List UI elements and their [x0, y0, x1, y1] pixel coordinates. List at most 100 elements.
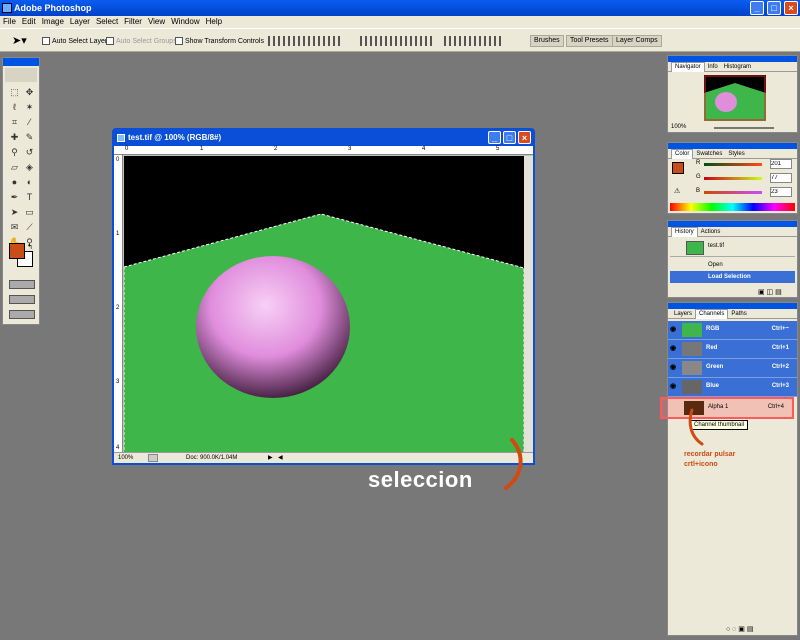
blue-slider[interactable] — [704, 191, 762, 194]
screen-mode-icons[interactable] — [9, 295, 35, 304]
channels-footer-icons[interactable]: ○ ◌ ▣ ▤ — [726, 625, 753, 633]
red-slider[interactable] — [704, 163, 762, 166]
crop-tool-icon[interactable]: ⌗ — [8, 116, 21, 129]
foreground-color-swatch-top[interactable] — [9, 243, 25, 259]
tab-paths[interactable]: Paths — [728, 310, 749, 319]
history-item-open[interactable]: Open — [670, 259, 795, 271]
channel-thumbnail[interactable] — [682, 361, 702, 375]
document-titlebar[interactable]: test.tif @ 100% (RGB/8#) _ □ × — [114, 130, 533, 146]
vertical-ruler[interactable]: 0 1 2 3 4 — [114, 155, 123, 452]
color-fg-swatch[interactable] — [672, 162, 684, 174]
menu-view[interactable]: View — [145, 16, 168, 28]
show-transform-checkbox[interactable] — [175, 37, 183, 45]
move-tool-preset-icon[interactable]: ➤▾ — [12, 34, 27, 47]
menu-image[interactable]: Image — [39, 16, 67, 28]
auto-select-layer-checkbox[interactable] — [42, 37, 50, 45]
dodge-tool-icon[interactable]: ◐ — [23, 176, 36, 189]
menu-help[interactable]: Help — [203, 16, 225, 28]
menu-select[interactable]: Select — [93, 16, 121, 28]
color-spectrum-bar[interactable] — [670, 203, 795, 211]
distribute-h-icons[interactable] — [444, 36, 504, 46]
dock-tab-brushes[interactable]: Brushes — [530, 35, 564, 47]
swap-colors-icon[interactable]: ↰ — [27, 243, 33, 251]
history-footer-icons[interactable]: ▣ ◫ ▤ — [758, 288, 782, 296]
navigator-zoom-slider[interactable] — [714, 127, 774, 129]
dock-tab-layer-comps[interactable]: Layer Comps — [612, 35, 662, 47]
menu-layer[interactable]: Layer — [67, 16, 93, 28]
tab-actions[interactable]: Actions — [698, 228, 724, 237]
doc-minimize-button[interactable]: _ — [488, 131, 501, 144]
channel-thumbnail[interactable] — [682, 342, 702, 356]
quick-mask-icons[interactable] — [9, 280, 35, 289]
vertical-scrollbar[interactable] — [524, 156, 533, 452]
slice-tool-icon[interactable]: ⁄ — [23, 116, 36, 129]
magic-wand-icon[interactable]: ✶ — [23, 101, 36, 114]
menu-filter[interactable]: Filter — [121, 16, 145, 28]
channel-row-red[interactable]: ◉ Red Ctrl+1 — [668, 340, 797, 359]
eye-icon[interactable]: ◉ — [670, 326, 679, 333]
tab-channels[interactable]: Channels — [695, 309, 729, 319]
tab-swatches[interactable]: Swatches — [693, 150, 725, 159]
status-menu-arrow-icon[interactable]: ▶ — [268, 453, 273, 463]
brush-tool-icon[interactable]: ✎ — [23, 131, 36, 144]
pen-tool-icon[interactable]: ✒ — [8, 191, 21, 204]
eraser-tool-icon[interactable]: ▱ — [8, 161, 21, 174]
align-icons[interactable] — [268, 36, 342, 46]
green-value-input[interactable] — [770, 173, 792, 183]
menu-file[interactable]: File — [0, 16, 19, 28]
clone-stamp-icon[interactable]: ⚲ — [8, 146, 21, 159]
status-preview-icon[interactable] — [148, 454, 158, 462]
tab-histogram[interactable]: Histogram — [721, 63, 754, 72]
maximize-button[interactable]: □ — [767, 1, 781, 15]
history-item-load-selection[interactable]: Load Selection — [670, 271, 795, 283]
tab-color[interactable]: Color — [671, 149, 694, 159]
tab-styles[interactable]: Styles — [725, 150, 747, 159]
type-tool-icon[interactable]: T — [23, 191, 36, 204]
green-slider[interactable] — [704, 177, 762, 180]
tab-history[interactable]: History — [671, 227, 698, 237]
eye-icon[interactable]: ◉ — [670, 383, 679, 390]
menu-window[interactable]: Window — [168, 16, 202, 28]
history-snapshot[interactable]: test.tif — [670, 239, 795, 257]
auto-select-layer-option[interactable]: Auto Select Layer — [42, 37, 107, 45]
tab-info[interactable]: Info — [705, 63, 721, 72]
eye-icon[interactable]: ◉ — [670, 364, 679, 371]
zoom-level[interactable]: 100% — [118, 453, 133, 463]
jump-to-imageready-icon[interactable] — [9, 310, 35, 319]
red-value-input[interactable] — [770, 159, 792, 169]
doc-maximize-button[interactable]: □ — [503, 131, 516, 144]
status-scroll-left-icon[interactable]: ◀ — [278, 453, 283, 463]
show-transform-controls-option[interactable]: Show Transform Controls — [175, 37, 264, 45]
navigator-thumbnail[interactable] — [704, 75, 766, 121]
close-button[interactable]: × — [784, 1, 798, 15]
marquee-tool-icon[interactable]: ⬚ — [8, 86, 21, 99]
history-brush-icon[interactable]: ↺ — [23, 146, 36, 159]
blue-value-input[interactable] — [770, 187, 792, 197]
lasso-tool-icon[interactable]: ℓ — [8, 101, 21, 114]
healing-brush-icon[interactable]: ✚ — [8, 131, 21, 144]
eye-icon[interactable]: ◉ — [670, 345, 679, 352]
navigator-zoom[interactable]: 100% — [671, 124, 686, 130]
dock-tab-tool-presets[interactable]: Tool Presets — [566, 35, 613, 47]
eyedropper-icon[interactable]: ⟋ — [23, 221, 36, 234]
notes-tool-icon[interactable]: ✉ — [8, 221, 21, 234]
paint-bucket-icon[interactable]: ◈ — [23, 161, 36, 174]
distribute-icons[interactable] — [360, 36, 434, 46]
channel-row-blue[interactable]: ◉ Blue Ctrl+3 — [668, 378, 797, 397]
tab-layers[interactable]: Layers — [671, 310, 695, 319]
feather-logo-icon[interactable] — [5, 68, 37, 82]
minimize-button[interactable]: _ — [750, 1, 764, 15]
tools-panel-header[interactable] — [3, 58, 39, 66]
image-canvas[interactable] — [124, 156, 524, 452]
path-selection-icon[interactable]: ➤ — [8, 206, 21, 219]
channel-row-green[interactable]: ◉ Green Ctrl+2 — [668, 359, 797, 378]
channel-thumbnail[interactable] — [682, 380, 702, 394]
blur-tool-icon[interactable]: ● — [8, 176, 21, 189]
move-tool-icon[interactable]: ✥ — [23, 86, 36, 99]
gamut-warning-icon[interactable]: ⚠ — [674, 187, 680, 195]
doc-close-button[interactable]: × — [518, 131, 531, 144]
channel-thumbnail[interactable] — [682, 323, 702, 337]
channel-row-rgb[interactable]: ◉ RGB Ctrl+~ — [668, 321, 797, 340]
menu-edit[interactable]: Edit — [19, 16, 39, 28]
shape-tool-icon[interactable]: ▭ — [23, 206, 36, 219]
